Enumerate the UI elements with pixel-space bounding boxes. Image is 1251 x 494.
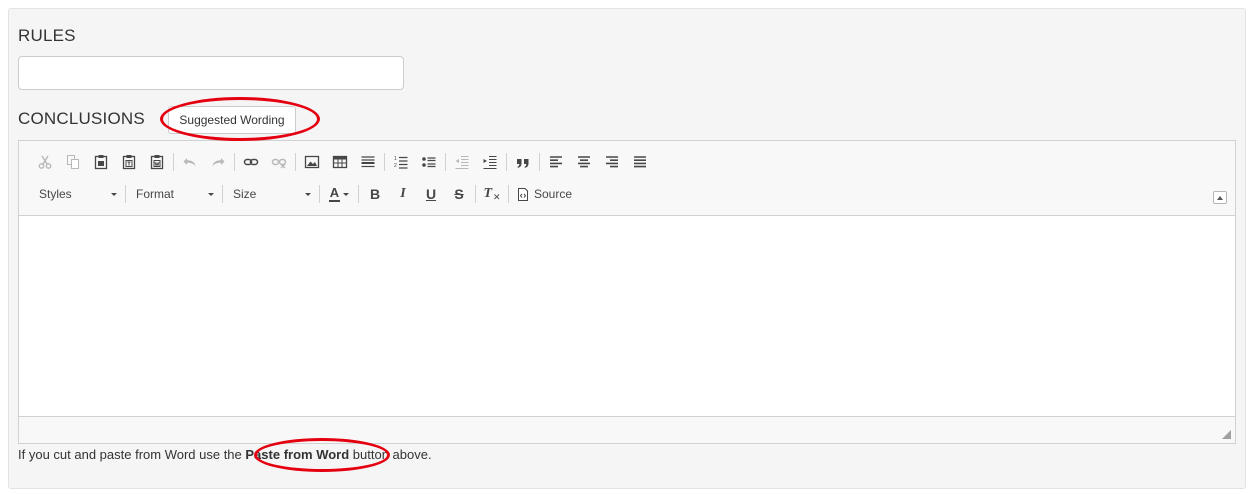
copy-icon[interactable]	[59, 150, 87, 174]
rich-text-editor: 12 Styles Format Size A B I U S T ✕ Sour…	[18, 140, 1236, 444]
source-label: Source	[534, 187, 573, 201]
svg-text:1: 1	[394, 156, 397, 162]
table-icon[interactable]	[326, 150, 354, 174]
resize-grip-icon[interactable]	[1222, 430, 1231, 439]
align-right-icon[interactable]	[598, 150, 626, 174]
toolbar-separator	[222, 185, 223, 203]
remove-format-label: T	[483, 186, 492, 201]
text-color-swatch	[329, 200, 340, 202]
numbered-list-icon[interactable]: 12	[387, 150, 415, 174]
toolbar-separator	[125, 185, 126, 203]
suggested-wording-button[interactable]: Suggested Wording	[168, 106, 296, 134]
outdent-icon[interactable]	[448, 150, 476, 174]
chevron-down-icon	[343, 192, 349, 196]
horizontal-rule-icon[interactable]	[354, 150, 382, 174]
svg-text:2: 2	[394, 163, 397, 169]
unlink-icon[interactable]	[265, 150, 293, 174]
toolbar-separator	[506, 153, 507, 171]
blockquote-icon[interactable]	[509, 150, 537, 174]
help-suffix: button above.	[349, 447, 432, 462]
paste-help-text: If you cut and paste from Word use the P…	[18, 447, 432, 462]
toolbar-separator	[384, 153, 385, 171]
text-color-label: A	[329, 185, 340, 200]
close-icon: ✕	[493, 192, 501, 202]
format-combo-label: Format	[136, 187, 175, 201]
image-icon[interactable]	[298, 150, 326, 174]
paste-icon[interactable]	[87, 150, 115, 174]
text-color-button[interactable]: A	[322, 182, 356, 206]
paste-word-icon[interactable]	[143, 150, 171, 174]
styles-combo[interactable]: Styles	[31, 182, 123, 206]
chevron-up-icon	[1217, 195, 1223, 200]
toolbar-separator	[508, 185, 509, 203]
toolbar-separator	[234, 153, 235, 171]
undo-icon[interactable]	[176, 150, 204, 174]
strikethrough-button[interactable]: S	[445, 182, 473, 206]
size-combo-label: Size	[233, 187, 257, 201]
toolbar-separator	[445, 153, 446, 171]
conclusions-label: CONCLUSIONS	[18, 109, 145, 128]
align-center-icon[interactable]	[570, 150, 598, 174]
rules-input[interactable]	[18, 56, 404, 90]
justify-icon[interactable]	[626, 150, 654, 174]
source-icon	[518, 187, 528, 201]
toolbar-separator	[475, 185, 476, 203]
help-bold: Paste from Word	[245, 447, 350, 462]
indent-icon[interactable]	[476, 150, 504, 174]
collapse-toolbar-button[interactable]	[1213, 191, 1227, 204]
underline-button[interactable]: U	[417, 182, 445, 206]
chevron-down-icon	[111, 192, 117, 196]
editor-bottom-bar	[19, 417, 1235, 443]
source-button[interactable]: Source	[511, 182, 578, 206]
toolbar-separator	[358, 185, 359, 203]
bold-button[interactable]: B	[361, 182, 389, 206]
styles-combo-label: Styles	[39, 187, 72, 201]
toolbar-separator	[295, 153, 296, 171]
help-prefix: If you cut and paste from Word use the	[18, 447, 246, 462]
chevron-down-icon	[305, 192, 311, 196]
toolbar-separator	[173, 153, 174, 171]
toolbar-row-1: 12	[31, 149, 654, 175]
editor-toolbar: 12 Styles Format Size A B I U S T ✕ Sour…	[19, 141, 1235, 216]
toolbar-separator	[539, 153, 540, 171]
editor-content-area[interactable]	[19, 216, 1235, 417]
link-icon[interactable]	[237, 150, 265, 174]
format-combo[interactable]: Format	[128, 182, 220, 206]
size-combo[interactable]: Size	[225, 182, 317, 206]
paste-text-icon[interactable]	[115, 150, 143, 174]
rules-label: RULES	[18, 26, 76, 45]
align-left-icon[interactable]	[542, 150, 570, 174]
bulleted-list-icon[interactable]	[415, 150, 443, 174]
redo-icon[interactable]	[204, 150, 232, 174]
toolbar-row-2: Styles Format Size A B I U S T ✕ Source	[31, 181, 578, 207]
chevron-down-icon	[208, 192, 214, 196]
toolbar-separator	[319, 185, 320, 203]
italic-button[interactable]: I	[389, 182, 417, 206]
remove-format-button[interactable]: T ✕	[478, 182, 506, 206]
cut-icon[interactable]	[31, 150, 59, 174]
